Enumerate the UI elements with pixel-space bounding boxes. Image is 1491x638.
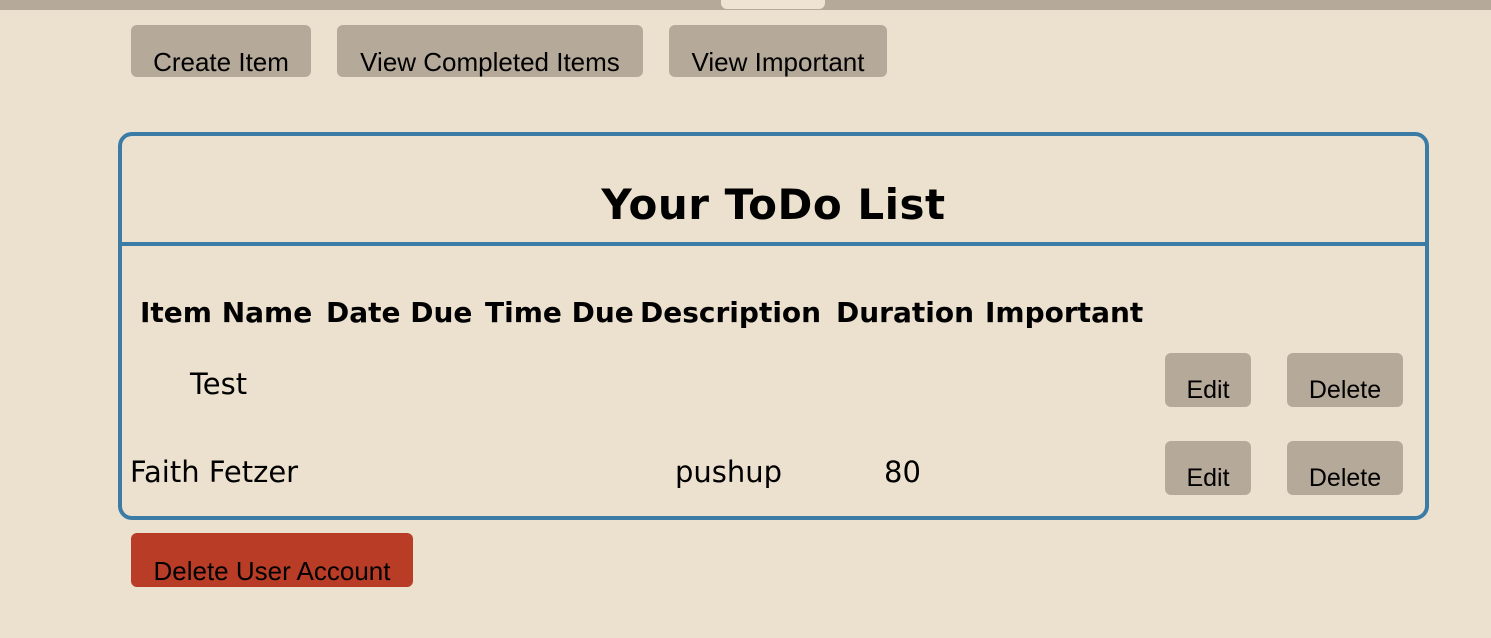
column-header-duration: Duration — [836, 296, 975, 329]
duration-cell: 80 — [884, 455, 921, 489]
delete-button[interactable]: Delete — [1287, 353, 1403, 407]
column-header-description: Description — [640, 296, 822, 329]
view-completed-items-button[interactable]: View Completed Items — [337, 25, 643, 77]
top-tab[interactable] — [721, 0, 825, 9]
item-name-cell: Test — [190, 367, 248, 401]
description-cell: pushup — [675, 455, 783, 489]
column-header-date-due: Date Due — [326, 296, 473, 329]
edit-button[interactable]: Edit — [1165, 353, 1251, 407]
create-item-button[interactable]: Create Item — [131, 25, 311, 77]
column-header-important: Important — [985, 296, 1144, 329]
page-title: Your ToDo List — [601, 180, 946, 229]
edit-button[interactable]: Edit — [1165, 441, 1251, 495]
column-header-item-name: Item Name — [140, 296, 313, 329]
title-divider — [122, 242, 1425, 246]
view-important-button[interactable]: View Important — [669, 25, 887, 77]
todo-list-panel: Your ToDo List Item Name Date Due Time D… — [118, 132, 1429, 520]
item-name-cell: Faith Fetzer — [130, 455, 299, 489]
column-header-time-due: Time Due — [485, 296, 634, 329]
delete-user-account-button[interactable]: Delete User Account — [131, 533, 413, 587]
delete-button[interactable]: Delete — [1287, 441, 1403, 495]
